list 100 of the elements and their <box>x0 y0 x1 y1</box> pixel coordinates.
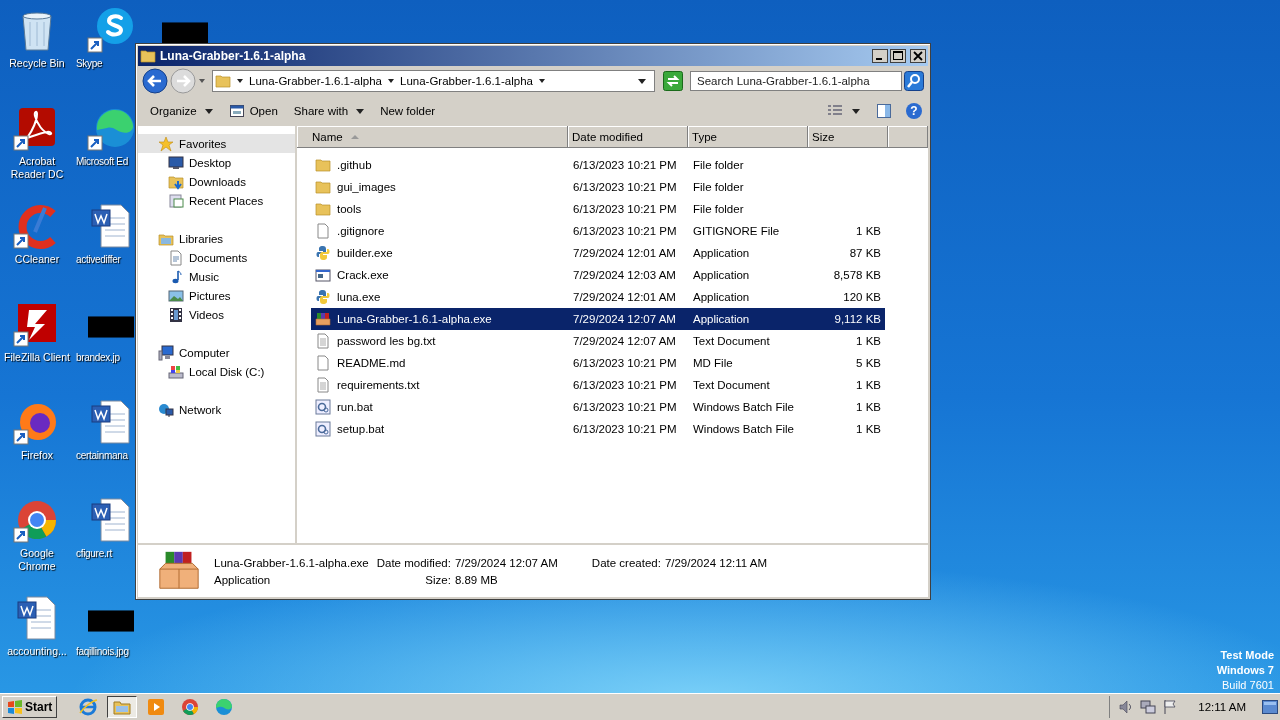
file-row[interactable]: tools 6/13/2023 10:21 PM File folder <box>311 198 885 220</box>
type-cell: Windows Batch File <box>693 401 794 413</box>
caret-icon[interactable] <box>537 77 546 85</box>
file-row[interactable]: password les bg.txt 7/29/2024 12:07 AM Text Document 1 KB <box>311 330 885 352</box>
nav-item[interactable]: Libraries <box>138 229 295 248</box>
desktop-icon-label[interactable]: Firefox <box>1 449 73 462</box>
type-cell: MD File <box>693 357 733 369</box>
network-icon[interactable] <box>1140 699 1157 715</box>
search-button[interactable] <box>904 71 924 91</box>
toolbar-button[interactable]: Organize <box>146 103 219 119</box>
nav-label: Favorites <box>179 137 227 150</box>
nav-item[interactable]: Videos <box>138 305 295 324</box>
toolbar-button[interactable]: Share with <box>289 103 371 119</box>
desktop-icon-label[interactable]: Recycle Bin <box>1 57 73 70</box>
file-row[interactable]: .gitignore 6/13/2023 10:21 PM GITIGNORE File 1 KB <box>311 220 885 242</box>
file-row[interactable]: README.md 6/13/2023 10:21 PM MD File 5 KB <box>311 352 885 374</box>
nav-item[interactable]: Recent Places <box>138 191 295 210</box>
file-row[interactable]: run.bat 6/13/2023 10:21 PM Windows Batch File 1 KB <box>311 396 885 418</box>
show-desktop-button[interactable] <box>1262 700 1278 714</box>
file-row[interactable]: .github 6/13/2023 10:21 PM File folder <box>311 154 885 176</box>
window-title: Luna-Grabber-1.6.1-alpha <box>160 49 306 63</box>
redacted-thumbnail-icon[interactable] <box>162 22 208 44</box>
nav-item[interactable]: Computer <box>138 343 295 362</box>
toolbar-button[interactable]: Open <box>224 101 284 121</box>
python-icon <box>315 289 331 305</box>
nav-item[interactable]: Network <box>138 400 295 419</box>
column-header[interactable]: Date modified <box>568 126 688 148</box>
file-name: .github <box>337 159 372 171</box>
taskbar-button[interactable] <box>107 696 138 718</box>
type-cell: Application <box>693 269 750 281</box>
type-cell: Windows Batch File <box>693 423 794 435</box>
maximize-button[interactable] <box>890 49 906 63</box>
gear-file-icon <box>315 421 331 437</box>
search-field[interactable]: Search Luna-Grabber-1.6.1-alpha <box>690 71 902 91</box>
address-dropdown-icon[interactable] <box>638 77 646 85</box>
file-name: Luna-Grabber-1.6.1-alpha.exe <box>214 556 369 569</box>
nav-label: Downloads <box>189 175 246 188</box>
file-row[interactable]: luna.exe 7/29/2024 12:01 AM Application 120 KB <box>311 286 885 308</box>
desktop-icon-label[interactable]: FileZilla Client <box>1 351 73 364</box>
nav-item[interactable]: Local Disk (C:) <box>138 362 295 381</box>
file-name: luna.exe <box>337 291 381 303</box>
flag-icon[interactable] <box>1162 699 1179 715</box>
size-cell: 5 KB <box>856 357 881 369</box>
file-row[interactable]: setup.bat 6/13/2023 10:21 PM Windows Batch File 1 KB <box>311 418 885 440</box>
close-button[interactable] <box>910 49 926 63</box>
field-label: Date modified: <box>375 556 451 569</box>
clock[interactable]: 12:11 AM <box>1198 701 1246 713</box>
file-row[interactable]: gui_images 6/13/2023 10:21 PM File folder <box>311 176 885 198</box>
redacted-thumbnail-icon[interactable] <box>88 610 134 632</box>
desktop-icon-label[interactable]: Microsoft Ed <box>74 155 128 168</box>
file-row[interactable]: Crack.exe 7/29/2024 12:03 AM Application 8,578 KB <box>311 264 885 286</box>
desktop-icon-label[interactable]: certainmana <box>74 449 128 462</box>
network-icon <box>158 401 174 418</box>
history-caret-icon[interactable] <box>198 77 206 85</box>
desktop-icon-label[interactable]: cfigure.rt <box>74 547 112 560</box>
caret-icon[interactable] <box>236 77 244 85</box>
caret-icon[interactable] <box>852 107 860 115</box>
picture-icon <box>168 287 184 304</box>
desktop-icon-label[interactable]: activediffer <box>74 253 121 266</box>
help-button[interactable]: ? <box>906 103 922 119</box>
preview-pane-icon[interactable] <box>876 103 892 119</box>
column-header[interactable]: Name <box>297 126 568 148</box>
address-bar[interactable]: Luna-Grabber-1.6.1-alpha Luna-Grabber-1.6.1-alpha <box>212 70 655 92</box>
desktop-icon-label[interactable]: brandex.jp <box>74 351 120 364</box>
field-label: Size: <box>424 573 451 586</box>
file-name: builder.exe <box>337 247 393 259</box>
toolbar-button[interactable]: New folder <box>376 103 442 119</box>
desktop-icon-label[interactable]: Skype <box>74 57 103 70</box>
caret-icon[interactable] <box>387 77 395 85</box>
file-icon <box>315 355 331 371</box>
nav-item[interactable]: Desktop <box>138 153 295 172</box>
redacted-thumbnail-icon[interactable] <box>88 316 134 338</box>
file-name: tools <box>337 203 362 215</box>
breadcrumb-item[interactable]: Luna-Grabber-1.6.1-alpha <box>249 75 382 87</box>
breadcrumb-item[interactable]: Luna-Grabber-1.6.1-alpha <box>400 75 533 87</box>
nav-item[interactable]: Favorites <box>138 134 295 153</box>
column-header[interactable]: Type <box>688 126 808 148</box>
refresh-button[interactable] <box>663 71 683 91</box>
desktop-icon-label[interactable]: CCleaner <box>1 253 73 266</box>
file-row[interactable]: Luna-Grabber-1.6.1-alpha.exe 7/29/2024 12:07 AM Application 9,112 KB <box>311 308 885 330</box>
nav-item[interactable]: Music <box>138 267 295 286</box>
minimize-button[interactable] <box>872 49 888 63</box>
file-row[interactable]: builder.exe 7/29/2024 12:01 AM Application 87 KB <box>311 242 885 264</box>
nav-item[interactable]: Downloads <box>138 172 295 191</box>
nav-item[interactable]: Documents <box>138 248 295 267</box>
back-button[interactable] <box>142 68 168 94</box>
folder-icon <box>140 48 156 64</box>
column-header[interactable]: Size <box>808 126 888 148</box>
chat-app-icon[interactable] <box>87 6 135 54</box>
date-cell: 6/13/2023 10:21 PM <box>573 159 677 171</box>
folder-icon <box>315 201 331 217</box>
nav-label: Desktop <box>189 156 232 169</box>
nav-item[interactable]: Pictures <box>138 286 295 305</box>
desktop-icon-label[interactable]: Acrobat Reader DC <box>1 155 73 181</box>
start-button[interactable]: Start <box>2 696 58 718</box>
file-row[interactable]: requirements.txt 6/13/2023 10:21 PM Text Document 1 KB <box>311 374 885 396</box>
file-name: gui_images <box>337 181 396 193</box>
desktop-icon-label[interactable]: Google Chrome <box>1 547 73 573</box>
file-name: Luna-Grabber-1.6.1-alpha.exe <box>337 313 492 325</box>
watermark-text: Build 7601 <box>1222 678 1274 693</box>
